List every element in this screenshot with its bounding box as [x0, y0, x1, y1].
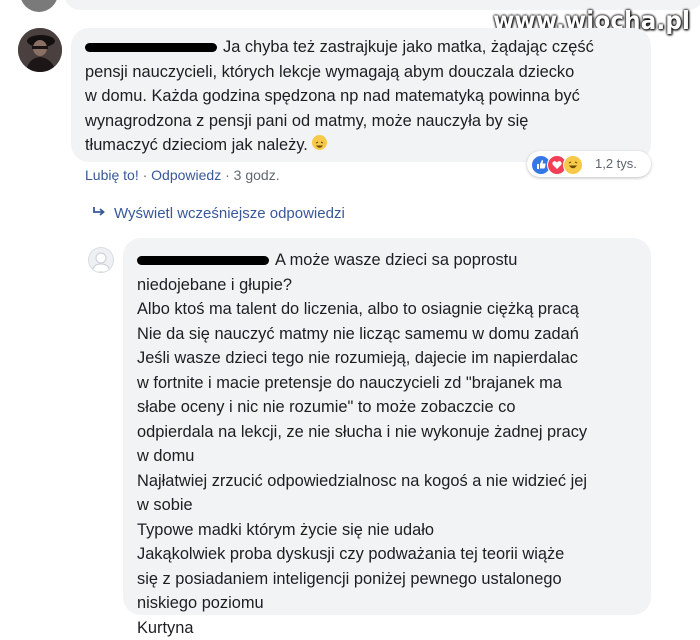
comment-line: Najłatwiej zrzucić odpowiedzialnosc na k…	[137, 469, 587, 494]
redacted-author-name[interactable]	[85, 43, 217, 52]
separator: ·	[143, 167, 152, 183]
redacted-author-name[interactable]	[137, 256, 269, 265]
laughing-emoji-icon	[312, 135, 327, 150]
haha-icon	[563, 155, 583, 175]
comment-line: Ja chyba też zastrajkuje jako matka, żąd…	[85, 35, 594, 60]
avatar[interactable]	[20, 0, 58, 12]
comment-line: niskiego poziomu	[137, 591, 587, 616]
comment-line: Nie da się nauczyć matmy nie licząc same…	[137, 322, 587, 347]
comment-line: tłumaczyć dzieciom jak należy.	[85, 133, 594, 158]
view-earlier-replies-link[interactable]: Wyświetl wcześniejsze odpowiedzi	[92, 205, 345, 222]
comment-line: A może wasze dzieci sa poprostu	[137, 248, 587, 273]
comment-line: wynagrodzona z pensji pani od matmy, moż…	[85, 109, 594, 134]
like-link[interactable]: Lubię to!	[85, 167, 139, 183]
reaction-count: 1,2 tys.	[595, 156, 637, 171]
comment-line: się z posiadaniem inteligencji poniżej p…	[137, 567, 587, 592]
avatar[interactable]	[18, 28, 62, 72]
avatar[interactable]	[88, 247, 114, 273]
reply-link[interactable]: Odpowiedz	[151, 167, 221, 183]
separator: ·	[225, 167, 234, 183]
comment-line: w domu	[137, 444, 587, 469]
reactions-summary[interactable]: 1,2 tys.	[527, 151, 651, 177]
comment-actions: Lubię to! · Odpowiedz · 3 godz.	[85, 167, 280, 183]
comment-line: w fortnite i macie pretensje do nauczyci…	[137, 371, 587, 396]
comment-line: Jeśli wasze dzieci tego nie rozumieją, d…	[137, 346, 587, 371]
comment-line: pensji nauczycieli, których lekcje wymag…	[85, 60, 594, 85]
view-earlier-replies-label: Wyświetl wcześniejsze odpowiedzi	[114, 205, 345, 222]
comment-line: słabe oceny i nic nie rozumie" to może z…	[137, 395, 587, 420]
comment-line: odpierdala na lekcji, ze nie słucha i ni…	[137, 420, 587, 445]
comment-line: Albo ktoś ma talent do liczenia, albo to…	[137, 297, 587, 322]
reply-arrow-icon	[92, 205, 114, 221]
timestamp[interactable]: 3 godz.	[234, 167, 280, 183]
comment-line: Jakąkolwiek proba dyskusji czy podważani…	[137, 542, 587, 567]
comment-line: Kurtyna	[137, 616, 587, 640]
comment-line: Typowe madki którym życie się nie udało	[137, 518, 587, 543]
comment-text: Ja chyba też zastrajkuje jako matka, żąd…	[85, 35, 594, 158]
comment-line: niedojebane i głupie?	[137, 273, 587, 298]
comment-line: w sobie	[137, 493, 587, 518]
default-avatar-icon	[89, 248, 113, 272]
comment-text: A może wasze dzieci sa poprostu niedojeb…	[137, 248, 587, 640]
profile-photo-icon	[18, 28, 62, 72]
comment-line: w domu. Każda godzina spędzona np nad ma…	[85, 84, 594, 109]
